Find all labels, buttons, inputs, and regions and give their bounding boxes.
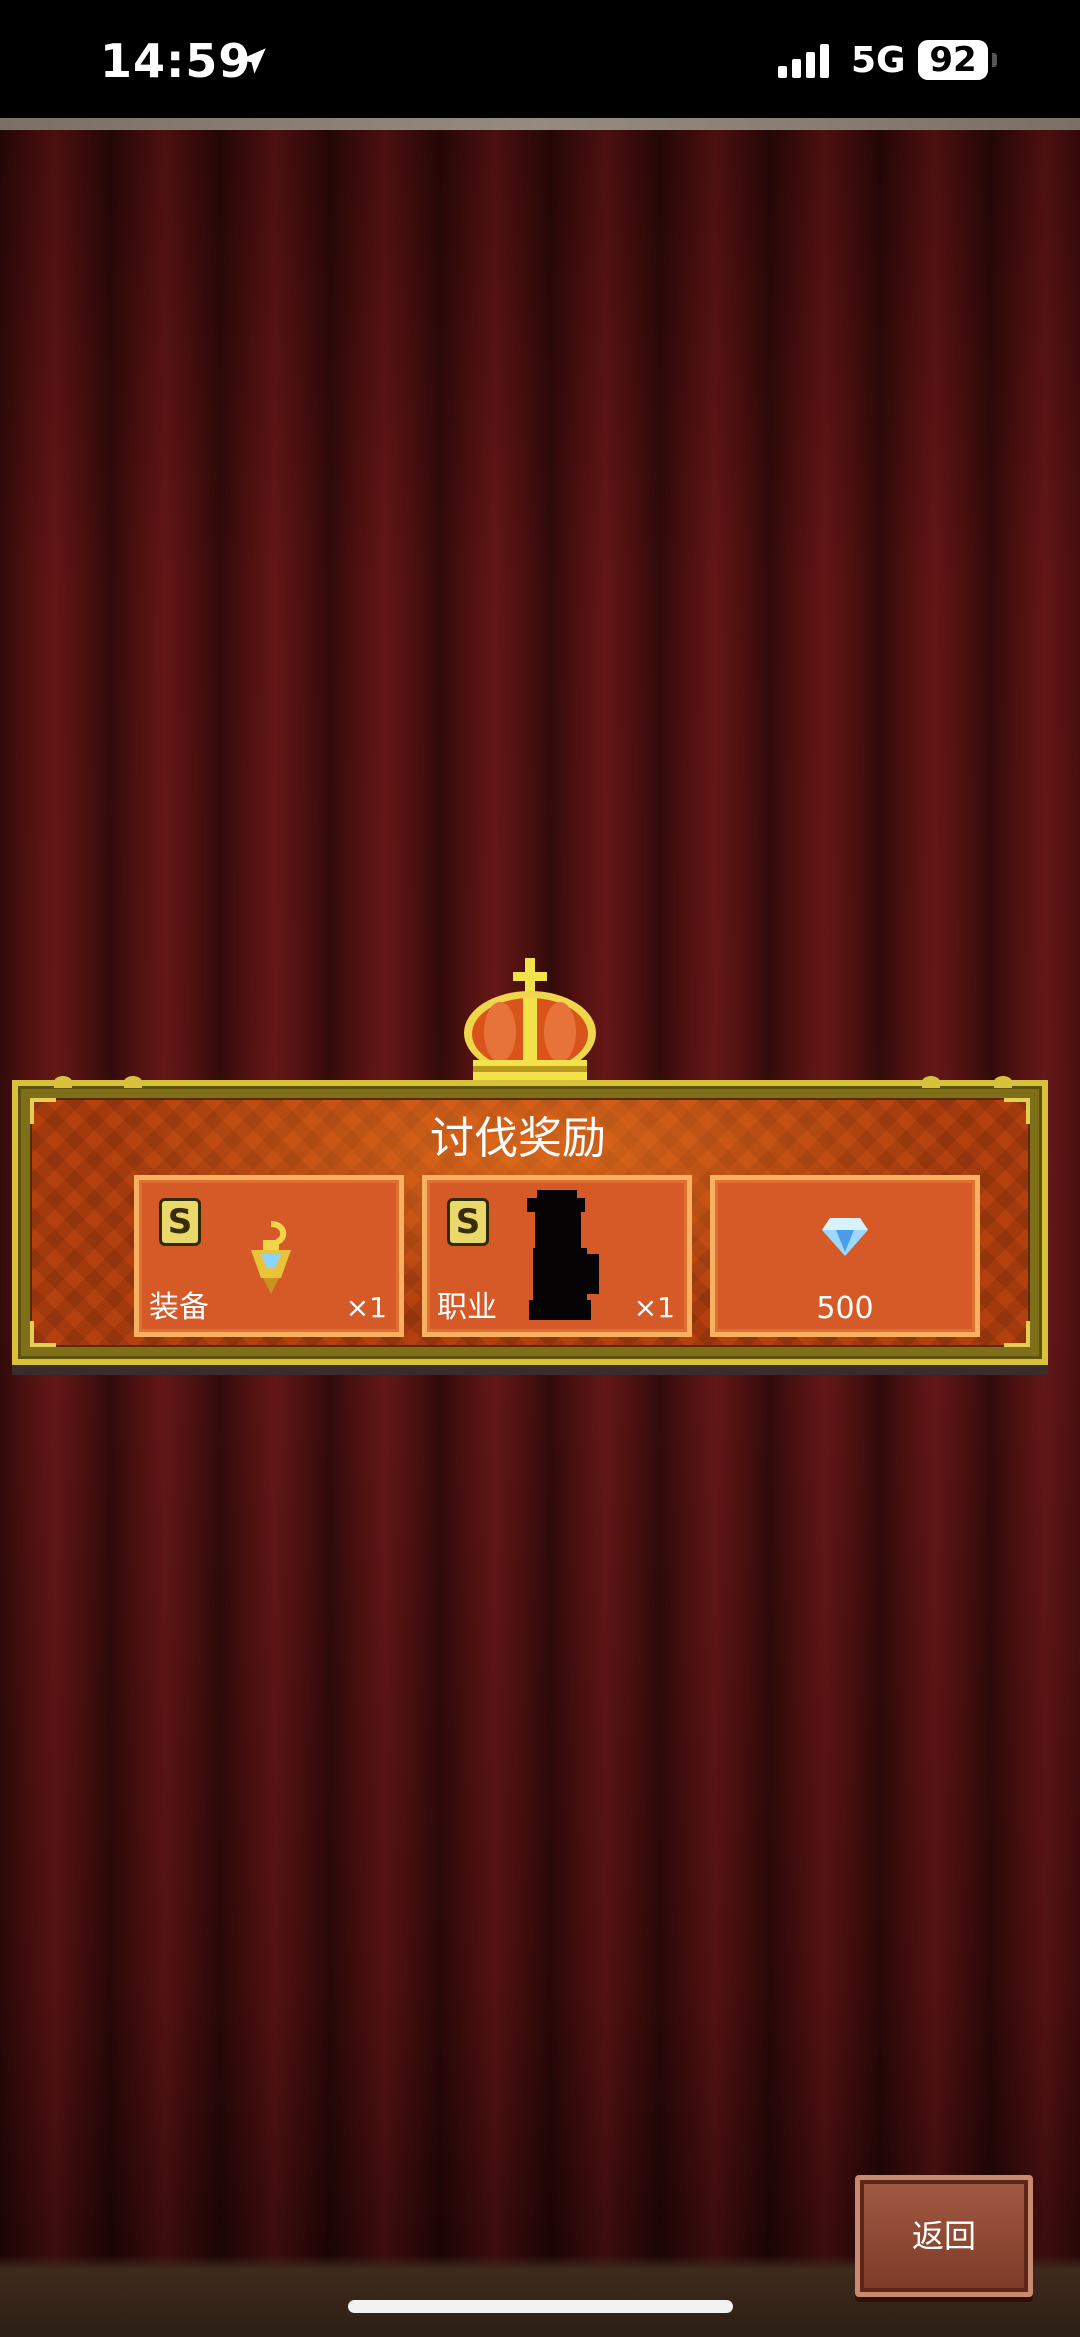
gold-pendant-icon (241, 1220, 301, 1300)
location-arrow-icon (236, 44, 270, 82)
status-time: 14:59 (100, 34, 252, 88)
reward-title: 讨伐奖励 (430, 1113, 606, 1164)
battery-icon: 92 (918, 40, 988, 80)
reward-card-class[interactable]: S 职业 ×1 (422, 1175, 692, 1337)
battery-level: 92 (929, 40, 977, 80)
diamond-gem-icon (822, 1218, 868, 1260)
cellular-signal-icon (778, 44, 836, 82)
reward-label: 装备 (149, 1290, 209, 1325)
network-type: 5G (851, 40, 906, 81)
battery-tip (992, 53, 997, 67)
rivet-ornament (922, 1076, 940, 1088)
reward-quantity: ×1 (633, 1291, 675, 1324)
reward-amount: 500 (816, 1291, 874, 1326)
game-screen: 14:59 5G 92 讨伐奖励 S 装备 ×1 S 职业 ×1 500 返回 (0, 0, 1080, 2337)
character-silhouette-icon (519, 1190, 603, 1326)
reward-quantity: ×1 (345, 1291, 387, 1324)
reward-card-equipment[interactable]: S 装备 ×1 (134, 1175, 404, 1337)
rivet-ornament (994, 1076, 1012, 1088)
status-bar: 14:59 5G 92 (0, 0, 1080, 118)
rank-badge: S (159, 1198, 201, 1246)
home-indicator[interactable] (348, 2300, 733, 2313)
rivet-ornament (54, 1076, 72, 1088)
reward-card-diamonds[interactable]: 500 (710, 1175, 980, 1337)
rivet-ornament (124, 1076, 142, 1088)
reward-label: 职业 (437, 1290, 497, 1325)
corner-ornament (1004, 1321, 1030, 1347)
top-strip (0, 118, 1080, 130)
corner-ornament (30, 1321, 56, 1347)
back-button[interactable]: 返回 (855, 2175, 1033, 2297)
crown-icon (455, 958, 605, 1086)
rank-badge: S (447, 1198, 489, 1246)
